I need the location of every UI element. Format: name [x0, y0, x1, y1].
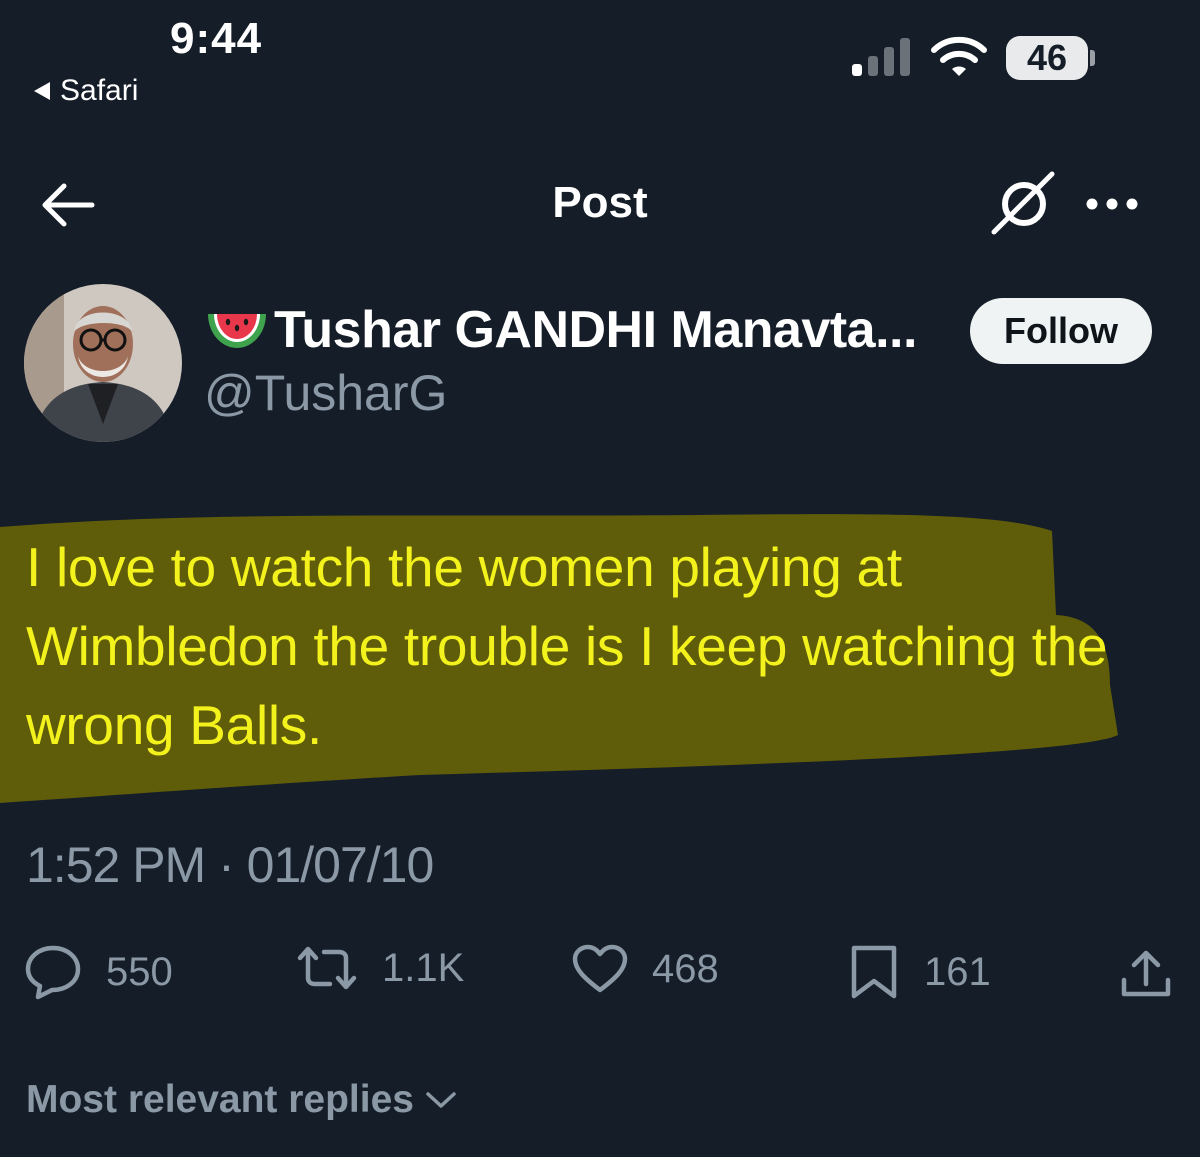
- like-icon: [572, 944, 628, 993]
- repost-button[interactable]: 1.1K: [296, 944, 464, 992]
- author-name-row[interactable]: Tushar GANDHI Manavta...: [206, 300, 917, 360]
- tweet-text: I love to watch the women playing at Wim…: [26, 536, 1108, 756]
- repost-count: 1.1K: [382, 945, 465, 990]
- status-time: 9:44: [170, 14, 263, 63]
- author-display-name[interactable]: Tushar GANDHI Manavta...: [274, 300, 917, 360]
- battery-icon: 46: [1006, 36, 1088, 80]
- more-icon[interactable]: [1084, 194, 1140, 214]
- bookmark-button[interactable]: 161: [848, 944, 991, 1000]
- follow-button[interactable]: Follow: [970, 298, 1152, 364]
- back-triangle-icon: [34, 82, 50, 100]
- chevron-down-icon: [426, 1092, 456, 1108]
- reply-count: 550: [106, 949, 173, 994]
- grok-icon[interactable]: [990, 170, 1056, 236]
- battery-cap: [1090, 50, 1095, 66]
- like-button[interactable]: 468: [572, 944, 719, 994]
- like-count: 468: [652, 946, 719, 991]
- battery-level: 46: [1026, 37, 1068, 78]
- tweet-timestamp[interactable]: 1:52 PM · 01/07/10: [26, 836, 434, 894]
- bookmark-count: 161: [924, 949, 991, 994]
- wifi-icon: [931, 36, 987, 76]
- repost-icon: [297, 946, 357, 990]
- back-app-label: Safari: [60, 74, 139, 107]
- reply-icon: [25, 945, 81, 1000]
- replies-sort-label: Most relevant replies: [26, 1078, 414, 1121]
- bookmark-icon: [851, 945, 897, 999]
- watermelon-icon: [208, 314, 266, 348]
- replies-sort-dropdown[interactable]: Most relevant replies: [26, 1078, 458, 1122]
- signal-icon: [852, 38, 910, 76]
- avatar[interactable]: [24, 284, 182, 442]
- reply-button[interactable]: 550: [24, 944, 173, 1000]
- author-handle[interactable]: @TusharG: [204, 364, 447, 422]
- back-to-safari-button[interactable]: Safari: [34, 74, 138, 108]
- share-icon[interactable]: [1118, 948, 1174, 1000]
